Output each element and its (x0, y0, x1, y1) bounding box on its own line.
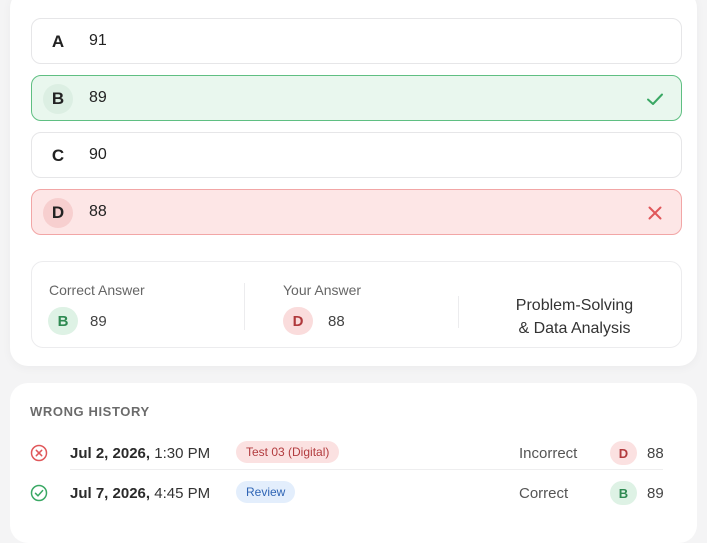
check-icon (647, 93, 663, 105)
history-tag: Review (236, 481, 296, 503)
option-value: 90 (89, 146, 107, 163)
option-value: 91 (89, 32, 107, 49)
close-icon (648, 206, 662, 220)
option-a[interactable]: A 91 (31, 18, 682, 64)
history-row[interactable]: Jul 7, 2026, 4:45 PM Review Correct B 89 (30, 481, 670, 505)
option-b[interactable]: B 89 (31, 75, 682, 121)
history-datetime: Jul 2, 2026, 1:30 PM (70, 445, 210, 462)
correct-answer-label: Correct Answer (49, 282, 145, 298)
your-answer-label: Your Answer (283, 282, 362, 298)
divider (244, 283, 245, 330)
history-divider (70, 469, 663, 470)
correct-answer-badge: B (48, 307, 78, 335)
history-datetime: Jul 7, 2026, 4:45 PM (70, 485, 210, 502)
history-time: 1:30 PM (154, 445, 211, 462)
answer-summary: Correct Answer B 89 Your Answer D 88 Pro… (31, 261, 682, 348)
category-line-1: Problem-Solving (515, 297, 634, 314)
option-letter: B (43, 84, 73, 114)
your-answer-value: 88 (328, 313, 345, 330)
history-answer-value: 89 (647, 485, 664, 502)
category-line-2: & Data Analysis (518, 320, 631, 337)
option-d[interactable]: D 88 (31, 189, 682, 235)
option-value: 88 (89, 203, 107, 220)
error-circle-icon (30, 444, 48, 462)
history-status: Incorrect (519, 445, 578, 462)
history-date: Jul 2, 2026, (70, 445, 151, 462)
history-title: WRONG HISTORY (30, 404, 150, 419)
question-category: Problem-Solving & Data Analysis (502, 294, 647, 340)
history-status: Correct (519, 485, 569, 502)
option-letter: A (51, 32, 65, 51)
history-answer-badge: D (610, 441, 637, 465)
correct-answer-value: 89 (90, 313, 107, 330)
history-answer-value: 88 (647, 445, 664, 462)
check-circle-icon (30, 484, 48, 502)
history-row[interactable]: Jul 2, 2026, 1:30 PM Test 03 (Digital) I… (30, 441, 670, 465)
divider (458, 296, 459, 328)
option-c[interactable]: C 90 (31, 132, 682, 178)
your-answer-badge: D (283, 307, 313, 335)
option-letter: D (43, 198, 73, 228)
history-date: Jul 7, 2026, (70, 485, 151, 502)
history-time: 4:45 PM (154, 485, 211, 502)
option-letter: C (51, 146, 65, 165)
option-value: 89 (89, 89, 107, 106)
history-answer-badge: B (610, 481, 637, 505)
history-tag: Test 03 (Digital) (236, 441, 340, 463)
